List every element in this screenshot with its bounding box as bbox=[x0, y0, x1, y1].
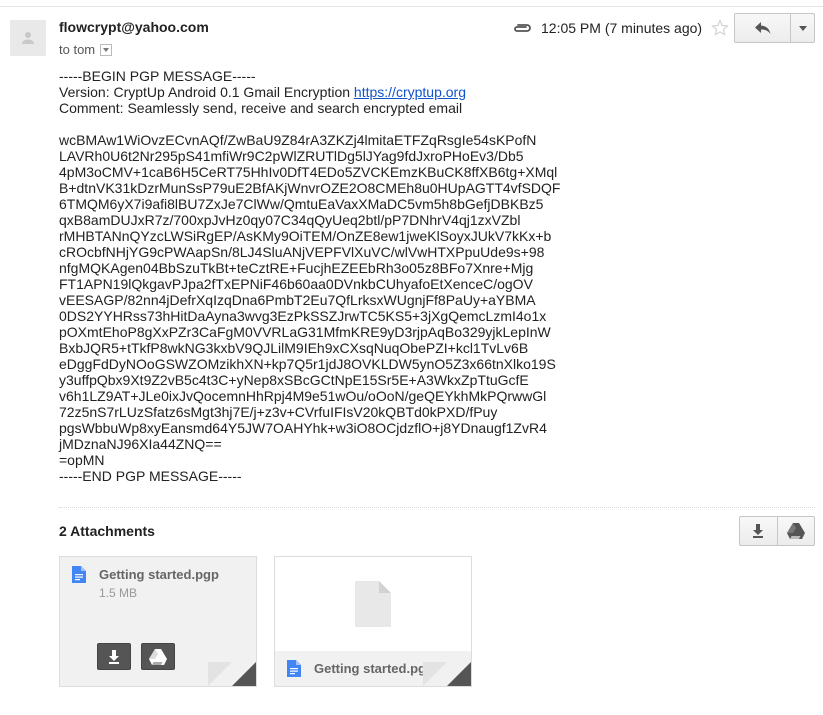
page-fold-corner bbox=[232, 662, 256, 686]
attachments-toolbar bbox=[739, 516, 815, 546]
pgp-version-line: Version: CryptUp Android 0.1 Gmail Encry… bbox=[59, 84, 354, 100]
download-attachment-button[interactable] bbox=[97, 643, 131, 670]
save-all-to-drive-button[interactable] bbox=[776, 517, 815, 545]
more-actions-button[interactable] bbox=[791, 14, 814, 42]
download-all-button[interactable] bbox=[740, 517, 777, 545]
pgp-begin-line: -----BEGIN PGP MESSAGE----- bbox=[59, 68, 256, 84]
page-fold bbox=[423, 662, 447, 686]
attachment-name: Getting started.pgp bbox=[99, 567, 219, 582]
top-divider bbox=[0, 6, 823, 7]
save-attachment-to-drive-button[interactable] bbox=[141, 643, 175, 670]
page-fold bbox=[208, 662, 232, 686]
attachment-card[interactable]: Getting started.pgp 1.5 MB bbox=[59, 556, 257, 687]
chevron-down-icon bbox=[798, 25, 807, 31]
download-icon bbox=[753, 524, 764, 538]
drive-icon bbox=[149, 648, 167, 665]
message-time[interactable]: 12:05 PM (7 minutes ago) bbox=[541, 20, 702, 36]
attachments-divider bbox=[59, 507, 815, 508]
pgp-armored-body: wcBMAw1WiOvzECvnAQf/ZwBaU9Z84rA3ZKZj4lmi… bbox=[59, 132, 561, 468]
message-meta: 12:05 PM (7 minutes ago) bbox=[512, 19, 729, 37]
caret-down-icon bbox=[103, 47, 110, 52]
pgp-comment-line: Comment: Seamlessly send, receive and se… bbox=[59, 100, 463, 116]
file-icon bbox=[287, 660, 301, 677]
attachment-name: Getting started.pgp bbox=[314, 661, 434, 676]
attachments-title: 2 Attachments bbox=[59, 523, 155, 539]
reply-icon bbox=[754, 22, 770, 34]
attachment-card[interactable]: Getting started.pgp bbox=[274, 556, 472, 687]
paperclip-icon bbox=[514, 24, 531, 32]
sender-avatar[interactable] bbox=[10, 20, 46, 56]
recipient-label: to tom bbox=[59, 42, 96, 57]
download-icon bbox=[109, 649, 119, 664]
file-icon bbox=[355, 581, 391, 627]
file-icon bbox=[72, 566, 86, 583]
sender-email[interactable]: flowcrypt@yahoo.com bbox=[59, 19, 209, 35]
person-icon bbox=[22, 32, 34, 44]
page-fold-corner bbox=[447, 662, 471, 686]
pgp-end-line: -----END PGP MESSAGE----- bbox=[59, 468, 242, 484]
recipient-line: to tom bbox=[59, 42, 113, 57]
reply-button[interactable] bbox=[735, 14, 791, 42]
star-icon[interactable] bbox=[711, 19, 729, 37]
recipient-details-toggle[interactable] bbox=[100, 43, 113, 56]
attachment-size: 1.5 MB bbox=[99, 586, 138, 600]
attachment-preview bbox=[275, 557, 471, 651]
drive-icon bbox=[786, 523, 805, 539]
pgp-message: -----BEGIN PGP MESSAGE----- Version: Cry… bbox=[59, 68, 579, 484]
reply-button-group bbox=[734, 13, 815, 43]
cryptup-link[interactable]: https://cryptup.org bbox=[354, 84, 466, 100]
